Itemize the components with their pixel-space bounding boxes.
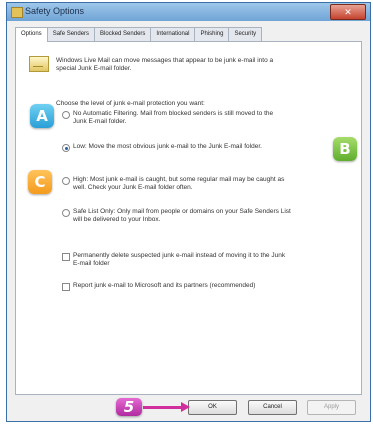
callout-c: C — [28, 170, 52, 194]
low-label: Low: Move the most obvious junk e-mail t… — [73, 143, 262, 150]
tab-options[interactable]: Options — [15, 27, 48, 42]
radio-low[interactable] — [62, 144, 70, 152]
safety-options-dialog: Safety Options ✕ Options Safe Senders Bl… — [6, 2, 371, 422]
tab-strip: Options Safe Senders Blocked Senders Int… — [15, 27, 263, 42]
radio-high[interactable] — [62, 177, 70, 185]
checkbox-report-junk[interactable] — [62, 283, 70, 291]
mail-app-icon — [11, 7, 23, 18]
title-bar: Safety Options ✕ — [7, 3, 370, 21]
permanently-delete-label-line-1: Permanently delete suspected junk e-mail… — [73, 252, 286, 259]
ok-button[interactable]: OK — [188, 400, 237, 415]
no-filtering-label-line-1: No Automatic Filtering. Mail from blocke… — [73, 110, 274, 117]
junk-mail-envelope-icon — [29, 56, 49, 72]
radio-safe-list-only[interactable] — [62, 209, 70, 217]
high-label-line-1: High: Most junk e-mail is caught, but so… — [73, 176, 285, 183]
close-button[interactable]: ✕ — [330, 4, 366, 20]
callout-arrow-line — [143, 406, 183, 409]
tab-security[interactable]: Security — [228, 27, 263, 41]
safe-list-label-line-2: will be delivered to your Inbox. — [73, 216, 161, 223]
protection-level-heading: Choose the level of junk e-mail protecti… — [56, 100, 205, 107]
tab-phishing[interactable]: Phishing — [194, 27, 230, 41]
radio-no-filtering[interactable] — [62, 111, 70, 119]
tab-safe-senders[interactable]: Safe Senders — [46, 27, 96, 41]
apply-button[interactable]: Apply — [307, 400, 356, 415]
safe-list-label-line-1: Safe List Only: Only mail from people or… — [73, 208, 291, 215]
cancel-button[interactable]: Cancel — [248, 400, 297, 415]
permanently-delete-label-line-2: E-mail folder — [73, 260, 110, 267]
dialog-title: Safety Options — [25, 6, 85, 16]
intro-text-line-1: Windows Live Mail can move messages that… — [56, 57, 274, 64]
callout-b: B — [333, 137, 357, 161]
options-panel: Windows Live Mail can move messages that… — [15, 41, 362, 395]
no-filtering-label-line-2: Junk E-mail folder. — [73, 118, 127, 125]
report-junk-label: Report junk e-mail to Microsoft and its … — [73, 282, 256, 289]
checkbox-permanently-delete[interactable] — [62, 253, 70, 261]
intro-text-line-2: special Junk E-mail folder. — [56, 65, 132, 72]
callout-step-5: 5 — [116, 398, 142, 416]
callout-a: A — [30, 104, 54, 128]
tab-blocked-senders[interactable]: Blocked Senders — [94, 27, 152, 41]
callout-arrow-head-icon — [181, 402, 190, 412]
high-label-line-2: well. Check your Junk E-mail folder ofte… — [73, 184, 193, 191]
tab-international[interactable]: International — [150, 27, 196, 41]
